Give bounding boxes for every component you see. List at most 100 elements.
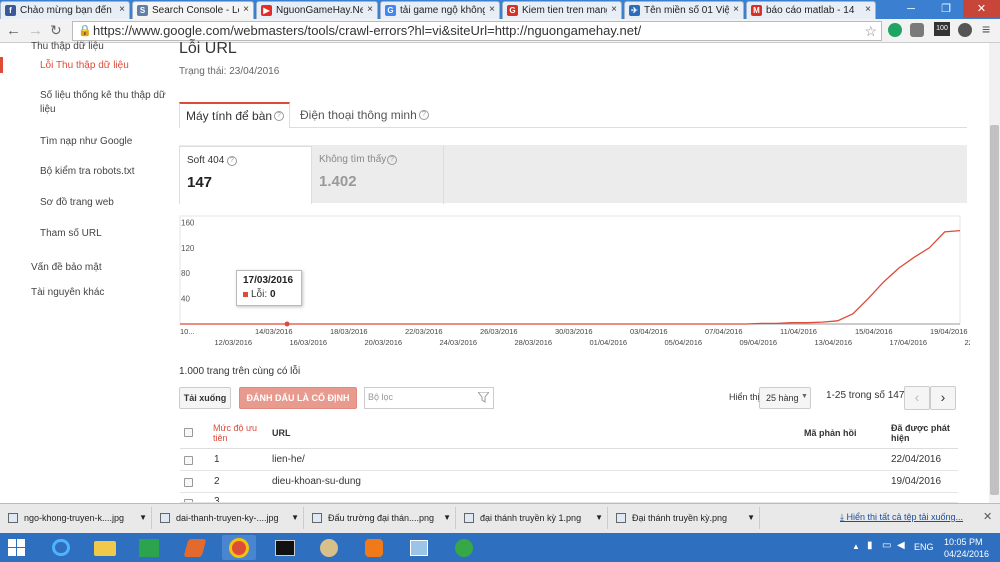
tab-close-icon[interactable]: × [489,4,495,15]
table-row[interactable]: 2 dieu-khoan-su-dung 19/04/2016 [180,471,958,493]
extension-icon-globe[interactable] [958,23,972,37]
mark-as-fixed-button[interactable]: ĐÁNH DẤU LÀ CỐ ĐỊNH (0) [239,387,357,423]
close-downloads-icon[interactable]: ✕ [983,510,992,523]
chevron-down-icon[interactable]: ▼ [595,507,603,529]
download-item[interactable]: dai-thanh-truyen-ky-....jpg ▼ [154,507,304,529]
matlab-icon[interactable] [178,535,212,560]
help-icon[interactable]: ? [419,110,429,120]
coccoc-icon[interactable] [447,535,481,560]
rows-per-page-select[interactable]: 25 hàng ▼ [759,387,811,409]
minimize-button[interactable]: ─ [893,0,929,18]
help-icon[interactable]: ? [227,156,237,166]
forward-icon[interactable]: → [28,22,43,39]
browser-tab[interactable]: Mbáo cáo matlab - 14 × [746,1,876,19]
maximize-button[interactable]: ❐ [929,0,963,18]
metric-label: Không tìm thấy [319,154,387,165]
chrome-taskbar-icon[interactable] [222,535,256,560]
url-input[interactable]: 🔒 https://www.google.com/webmasters/tool… [72,21,882,41]
volume-icon[interactable]: ◀ [897,540,905,551]
browser-tab[interactable]: ✈ Tên miền số 01 Việt × [624,1,744,19]
tab-close-icon[interactable]: × [119,4,125,15]
next-page-button[interactable]: › [930,386,956,410]
tab-close-icon[interactable]: × [733,4,739,15]
sidebar-item-url-parameters[interactable]: Tham số URL [40,227,102,240]
download-button[interactable]: Tải xuống [179,387,231,409]
chevron-down-icon[interactable]: ▼ [139,507,147,529]
google-icon: G [385,5,396,16]
download-item[interactable]: Đại thánh truyền kỳ.png ▼ [610,507,760,529]
download-item[interactable]: đại thánh truyền kỳ 1.png ▼ [458,507,608,529]
row-url[interactable]: lien-he/ [272,454,305,465]
windows-start-icon[interactable] [8,539,26,557]
store-icon[interactable] [132,535,166,560]
sidebar-item-robots-tester[interactable]: Bộ kiểm tra robots.txt [40,165,134,178]
sidebar-item-crawl[interactable]: Thu thập dữ liệu [31,40,104,53]
col-priority[interactable]: Mức độ ưu tiên [213,423,263,443]
tab-close-icon[interactable]: × [243,4,249,15]
tab-desktop[interactable]: Máy tính để bàn ? [179,102,290,128]
extension-icon-green[interactable] [888,23,902,37]
tab-close-icon[interactable]: × [611,4,617,15]
sidebar-item-crawl-stats[interactable]: Số liệu thống kê thu thập dữ [40,89,166,102]
chevron-down-icon[interactable]: ▼ [443,507,451,529]
download-item[interactable]: ngo-khong-truyen-k....jpg ▼ [2,507,152,529]
chevron-down-icon[interactable]: ▼ [291,507,299,529]
row-url[interactable]: dieu-khoan-su-dung [272,476,361,487]
scrollbar-thumb[interactable] [990,125,999,495]
close-window-button[interactable]: ✕ [963,0,1000,18]
browser-tab[interactable]: f Chào mừng bạn đến × [0,1,130,19]
col-detected[interactable]: Đã được phát hiện [891,423,956,443]
tooltip-label: Lỗi: [251,289,268,300]
browser-tab[interactable]: ▶ NguonGameHay.Net × [256,1,378,19]
tab-close-icon[interactable]: × [367,4,373,15]
network-icon[interactable]: ▮ [867,540,873,551]
clock-date[interactable]: 04/24/2016 [944,549,989,559]
row-checkbox[interactable] [184,478,193,487]
ie-icon[interactable] [44,535,78,560]
extension-icon-tools[interactable] [910,23,924,37]
filter-icon[interactable] [478,392,489,403]
browser-tab[interactable]: G Kiem tien tren mang × [502,1,622,19]
sidebar-item-other-resources[interactable]: Tài nguyên khác [31,286,104,299]
select-all-checkbox[interactable] [184,428,193,437]
tab-mobile[interactable]: Điện thoại thông minh ? [290,102,440,128]
help-icon[interactable]: ? [387,155,397,165]
reload-icon[interactable]: ↻ [50,22,62,39]
bookmark-star-icon[interactable]: ☆ [864,22,877,40]
col-response-code[interactable]: Mã phản hồi [804,428,857,438]
sidebar-item-security-issues[interactable]: Vấn đề bảo mật [31,261,102,274]
cmd-icon[interactable] [268,535,302,560]
x-tick-label: 10... [180,327,195,336]
table-row[interactable]: 3 [180,493,958,503]
prev-page-button[interactable]: ‹ [904,386,930,410]
paint-icon[interactable] [312,535,346,560]
metric-soft-404[interactable]: Soft 404 ? 147 [179,146,312,204]
help-icon[interactable]: ? [274,111,284,121]
download-item[interactable]: Đấu trường đại thán....png ▼ [306,507,456,529]
col-url[interactable]: URL [272,428,291,438]
table-row[interactable]: 1 lien-he/ 22/04/2016 [180,449,958,471]
sidebar-item-fetch-as-google[interactable]: Tìm nạp như Google [40,135,132,148]
sidebar-item-sitemaps[interactable]: Sơ đồ trang web [40,196,114,209]
browser-tab[interactable]: S Search Console - Lỗi × [132,1,254,19]
battery-icon[interactable]: ▭ [882,540,891,551]
back-icon[interactable]: ← [6,22,21,39]
sidebar-item-crawl-stats-cont[interactable]: liệu [40,103,56,116]
menu-icon[interactable]: ≡ [982,21,990,37]
x-tick-label: 20/03/2016 [365,338,403,347]
clock-time[interactable]: 10:05 PM [944,537,983,547]
file-explorer-icon[interactable] [88,535,122,560]
foxit-icon[interactable] [357,535,391,560]
extension-icon-counter[interactable]: 100 [934,22,950,36]
browser-tab[interactable]: Gtải game ngộ không × [380,1,500,19]
tab-close-icon[interactable]: × [865,4,871,15]
window-app-icon[interactable] [402,535,436,560]
metric-not-found[interactable]: Không tìm thấy ? 1.402 [312,146,444,204]
sidebar-item-crawl-errors[interactable]: Lỗi Thu thập dữ liệu [40,59,129,72]
row-checkbox[interactable] [184,456,193,465]
filter-input[interactable]: Bộ lọc [364,387,494,409]
tray-arrow-icon[interactable]: ▲ [852,542,860,551]
chevron-down-icon[interactable]: ▼ [747,507,755,529]
show-all-downloads-link[interactable]: ⤓ Hiển thị tất cả tệp tải xuống... [840,512,963,523]
language-indicator[interactable]: ENG [914,542,934,552]
